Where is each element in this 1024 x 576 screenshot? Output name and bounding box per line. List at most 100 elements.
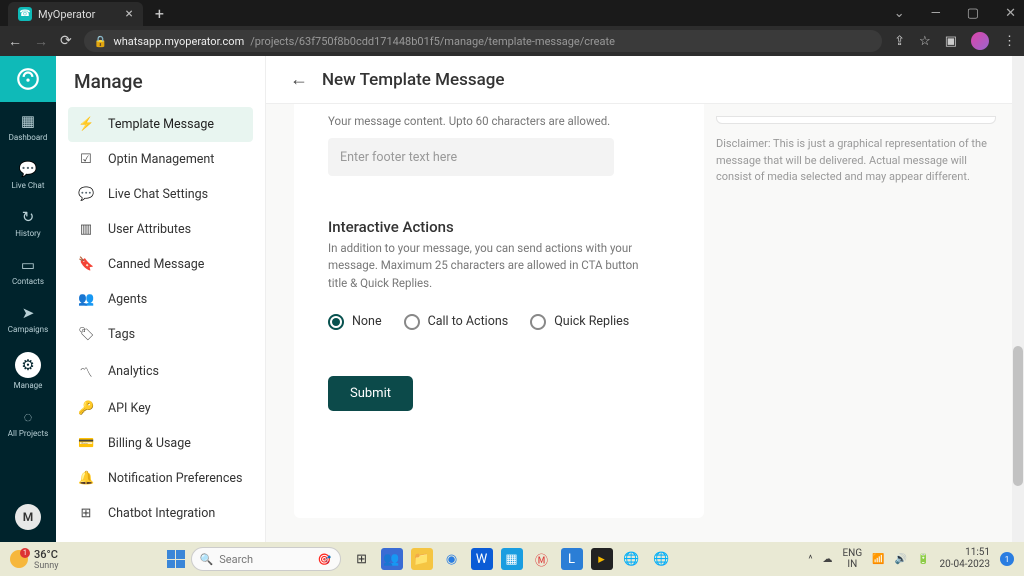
chrome-profile-icon[interactable]: 🌐 [651,548,673,570]
radio-cta[interactable]: Call to Actions [404,314,509,330]
star-icon[interactable]: ☆ [919,34,931,49]
reload-icon[interactable]: ⟳ [60,33,72,50]
maximize-icon[interactable]: ▢ [967,6,979,21]
key-icon: 🔑 [78,401,94,416]
tab-title: MyOperator [38,8,95,21]
sidebar-item-notification-prefs[interactable]: 🔔Notification Preferences [68,461,253,496]
rail-label: Live Chat [12,181,45,190]
rail-item-campaigns[interactable]: ➤Campaigns [0,294,56,342]
onedrive-icon[interactable]: ☁ [823,554,833,565]
rail-item-dashboard[interactable]: ▦Dashboard [0,102,56,150]
footer-text-input[interactable] [328,138,614,176]
sidebar-item-label: Billing & Usage [108,436,191,451]
chevron-down-icon[interactable]: ⌄ [894,6,905,21]
rail-item-allprojects[interactable]: ◌ All Projects [0,398,56,446]
interactive-actions-title: Interactive Actions [328,218,670,236]
explorer-icon[interactable]: 📁 [411,548,433,570]
sidebar-item-label: API Key [108,401,151,416]
form-panel: Your message content. Upto 60 characters… [294,104,704,518]
new-tab-icon[interactable]: + [155,4,164,23]
tab-favicon: ☎ [18,7,32,21]
plus-box-icon: ⊞ [78,506,94,521]
user-avatar[interactable]: M [15,504,41,530]
brand-logo[interactable] [0,56,56,102]
close-window-icon[interactable]: ✕ [1005,6,1016,21]
start-button[interactable] [167,550,185,568]
app-l-icon[interactable]: L [561,548,583,570]
sidebar-item-optin[interactable]: ☑Optin Management [68,142,253,177]
weather-temp: 36°C [34,548,59,561]
radio-icon [404,314,420,330]
sidebar-item-template-message[interactable]: ⚡ Template Message [68,107,253,142]
rail-label: Contacts [12,277,44,286]
bookmark-icon: 🔖 [78,257,94,272]
interactive-actions-desc: In addition to your message, you can sen… [328,240,648,292]
sidebar-item-agents[interactable]: 👥Agents [68,282,253,317]
sidebar-item-label: Chatbot Integration [108,506,215,521]
radio-quick-replies[interactable]: Quick Replies [530,314,629,330]
cycle-icon: ◌ [24,408,33,426]
footer-helper-text: Your message content. Upto 60 characters… [328,114,670,128]
app-icon[interactable]: ▦ [501,548,523,570]
contacts-icon: ▭ [21,256,35,274]
check-icon: ☑ [78,152,94,167]
scrollbar-thumb[interactable] [1013,346,1023,486]
notification-badge[interactable]: 1 [1000,552,1014,566]
sidebar-item-analytics[interactable]: 〽Analytics [68,352,253,391]
task-view-icon[interactable]: ⊞ [351,548,373,570]
tray-clock[interactable]: 11:51 20-04-2023 [940,547,991,571]
sidebar-item-billing[interactable]: 💳Billing & Usage [68,426,253,461]
tray-lang[interactable]: ENG [843,548,863,559]
back-icon[interactable]: ← [8,33,22,50]
sidebar-item-chatbot[interactable]: ⊞ Chatbot Integration [68,496,253,531]
profile-avatar[interactable] [971,32,989,50]
sidebar-title: Manage [56,56,265,105]
search-icon: 🔍 [200,553,214,566]
teams-icon[interactable]: 👥 [381,548,403,570]
radio-none[interactable]: None [328,314,382,330]
minimize-icon[interactable]: — [931,6,941,21]
rail-item-manage[interactable]: ⚙Manage [0,342,56,398]
dashboard-icon: ▦ [21,112,35,130]
weather-cond: Sunny [34,561,59,571]
search-placeholder: Search [219,553,253,566]
browser-tab[interactable]: ☎ MyOperator × [8,2,143,26]
rail-item-livechat[interactable]: 💬Live Chat [0,150,56,198]
rail-label: All Projects [8,429,48,438]
chrome-icon[interactable]: 🌐 [621,548,643,570]
scrollbar-track[interactable] [1012,56,1024,542]
rail-item-history[interactable]: ↻History [0,198,56,246]
url-input[interactable]: 🔒 whatsapp.myoperator.com/projects/63f75… [84,30,882,52]
wifi-icon[interactable]: 📶 [872,554,884,565]
volume-icon[interactable]: 🔊 [895,554,907,565]
word-icon[interactable]: W [471,548,493,570]
preview-disclaimer: Disclaimer: This is just a graphical rep… [716,136,996,186]
app-icon-2[interactable]: ▸ [591,548,613,570]
sidebar-item-livechat-settings[interactable]: 💬Live Chat Settings [68,177,253,212]
chart-icon: 〽 [78,362,94,381]
kebab-menu-icon[interactable]: ⋮ [1003,34,1016,49]
battery-icon[interactable]: 🔋 [917,554,929,565]
nav-rail: ▦Dashboard 💬Live Chat ↻History ▭ Contacts… [0,56,56,542]
weather-widget[interactable]: 1 36°C Sunny [10,548,59,571]
edge-icon[interactable]: ◉ [441,548,463,570]
sidebar-item-label: Template Message [108,117,214,132]
bolt-icon: ⚡ [78,117,94,132]
mcafee-icon[interactable]: Ⓜ [531,548,553,570]
columns-icon: ▥ [78,222,94,237]
sidebar-item-tags[interactable]: 🏷Tags [68,317,253,352]
submit-button[interactable]: Submit [328,376,413,411]
page-header: ← New Template Message [266,56,1024,104]
share-icon[interactable]: ⇪ [894,34,905,49]
tray-chevron-icon[interactable]: ^ [808,554,812,565]
sidebar-item-canned-message[interactable]: 🔖Canned Message [68,247,253,282]
back-arrow-icon[interactable]: ← [290,69,308,90]
rail-item-contacts[interactable]: ▭ Contacts [0,246,56,294]
taskbar-search[interactable]: 🔍 Search 🎯 [191,547,341,571]
tab-close-icon[interactable]: × [125,6,132,22]
sidebar-item-api-key[interactable]: 🔑 API Key [68,391,253,426]
people-icon: 👥 [78,292,94,307]
rail-label: History [15,229,40,238]
sidebar-item-user-attributes[interactable]: ▥User Attributes [68,212,253,247]
extensions-icon[interactable]: ▣ [945,34,957,49]
